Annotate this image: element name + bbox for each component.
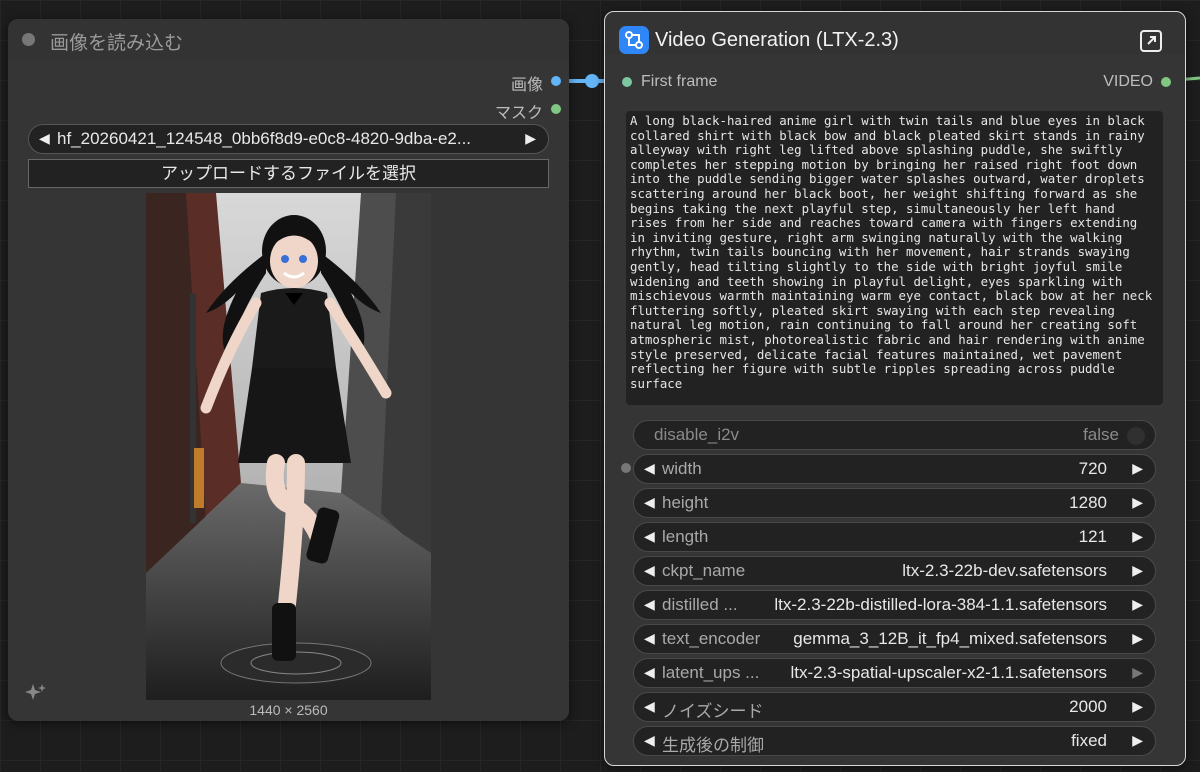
height-widget[interactable]: ◀ height 1280 ▶ bbox=[633, 488, 1156, 518]
prompt-text: A long black-haired anime girl with twin… bbox=[630, 113, 1160, 391]
first-frame-slot[interactable] bbox=[622, 77, 632, 87]
noise-seed-value: 2000 bbox=[1069, 697, 1107, 716]
load-image-header[interactable]: 画像を読み込む bbox=[8, 19, 569, 61]
workflow-icon bbox=[619, 26, 649, 54]
prev-arrow-icon[interactable]: ◀ bbox=[644, 596, 655, 613]
video-generation-node[interactable]: Video Generation (LTX-2.3) First frame V… bbox=[604, 11, 1186, 766]
video-output-label: VIDEO bbox=[1103, 73, 1153, 90]
prev-arrow-icon[interactable]: ◀ bbox=[644, 664, 655, 681]
width-input-slot[interactable] bbox=[621, 463, 631, 473]
next-arrow-icon[interactable]: ▶ bbox=[1132, 596, 1143, 613]
prev-arrow-icon[interactable]: ◀ bbox=[644, 732, 655, 749]
control-after-generate-value: fixed bbox=[1071, 731, 1107, 750]
load-image-node[interactable]: 画像を読み込む 画像 マスク ◀ hf_20260421_124548_0bb6… bbox=[8, 19, 569, 721]
sparkle-icon[interactable] bbox=[24, 681, 48, 705]
increment-arrow-icon[interactable]: ▶ bbox=[1132, 494, 1143, 511]
latent-upscaler-name: latent_ups ... bbox=[662, 663, 760, 682]
text-encoder-widget[interactable]: ◀ text_encoder gemma_3_12B_it_fp4_mixed.… bbox=[633, 624, 1156, 654]
ckpt-name-value: ltx-2.3-22b-dev.safetensors bbox=[902, 561, 1107, 580]
output-image-slot[interactable] bbox=[551, 76, 561, 86]
video-generation-title: Video Generation (LTX-2.3) bbox=[655, 29, 899, 51]
next-arrow-icon[interactable]: ▶ bbox=[1132, 562, 1143, 579]
prev-arrow-icon[interactable]: ◀ bbox=[39, 130, 50, 147]
height-name: height bbox=[662, 493, 709, 512]
disable-i2v-name: disable_i2v bbox=[654, 425, 740, 444]
prompt-textarea[interactable]: A long black-haired anime girl with twin… bbox=[626, 111, 1163, 405]
text-encoder-value: gemma_3_12B_it_fp4_mixed.safetensors bbox=[793, 629, 1107, 648]
latent-upscaler-value: ltx-2.3-spatial-upscaler-x2-1.1.safetens… bbox=[790, 663, 1107, 682]
disable-i2v-value: false bbox=[1083, 425, 1119, 444]
distilled-lora-widget[interactable]: ◀ distilled ... ltx-2.3-22b-distilled-lo… bbox=[633, 590, 1156, 620]
distilled-lora-value: ltx-2.3-22b-distilled-lora-384-1.1.safet… bbox=[774, 595, 1107, 614]
decrement-arrow-icon[interactable]: ◀ bbox=[644, 460, 655, 477]
output-mask-slot[interactable] bbox=[551, 104, 561, 114]
ckpt-name-name: ckpt_name bbox=[662, 561, 746, 580]
decrement-arrow-icon[interactable]: ◀ bbox=[644, 528, 655, 545]
noise-seed-widget[interactable]: ◀ ノイズシード 2000 ▶ bbox=[633, 692, 1156, 722]
decrement-arrow-icon[interactable]: ◀ bbox=[644, 494, 655, 511]
video-output-slot[interactable] bbox=[1161, 77, 1171, 87]
length-name: length bbox=[662, 527, 709, 546]
next-arrow-icon[interactable]: ▶ bbox=[1132, 664, 1143, 681]
upload-file-button[interactable]: アップロードするファイルを選択 bbox=[28, 159, 549, 188]
increment-arrow-icon[interactable]: ▶ bbox=[1132, 460, 1143, 477]
next-arrow-icon[interactable]: ▶ bbox=[1132, 630, 1143, 647]
toggle-knob[interactable] bbox=[1127, 427, 1145, 445]
next-arrow-icon[interactable]: ▶ bbox=[525, 130, 536, 147]
control-after-generate-widget[interactable]: ◀ 生成後の制御 fixed ▶ bbox=[633, 726, 1156, 756]
first-frame-label: First frame bbox=[641, 73, 718, 90]
ckpt-name-widget[interactable]: ◀ ckpt_name ltx-2.3-22b-dev.safetensors … bbox=[633, 556, 1156, 586]
output-image-label: 画像 bbox=[510, 77, 543, 94]
prev-arrow-icon[interactable]: ◀ bbox=[644, 562, 655, 579]
width-widget[interactable]: ◀ width 720 ▶ bbox=[633, 454, 1156, 484]
length-widget[interactable]: ◀ length 121 ▶ bbox=[633, 522, 1156, 552]
expand-icon[interactable] bbox=[1139, 29, 1163, 53]
increment-arrow-icon[interactable]: ▶ bbox=[1132, 698, 1143, 715]
distilled-lora-name: distilled ... bbox=[662, 595, 738, 614]
text-encoder-name: text_encoder bbox=[662, 629, 761, 648]
latent-upscaler-widget[interactable]: ◀ latent_ups ... ltx-2.3-spatial-upscale… bbox=[633, 658, 1156, 688]
length-value: 121 bbox=[1078, 527, 1107, 546]
image-file-select[interactable]: ◀ hf_20260421_124548_0bb6f8d9-e0c8-4820-… bbox=[28, 124, 549, 154]
decrement-arrow-icon[interactable]: ◀ bbox=[644, 698, 655, 715]
image-size-label: 1440 × 2560 bbox=[249, 702, 328, 718]
link-midpoint bbox=[585, 74, 599, 88]
noise-seed-name: ノイズシード bbox=[662, 702, 764, 721]
video-generation-header[interactable]: Video Generation (LTX-2.3) bbox=[605, 12, 1185, 54]
load-image-title: 画像を読み込む bbox=[50, 33, 184, 54]
image-preview bbox=[146, 193, 431, 700]
increment-arrow-icon[interactable]: ▶ bbox=[1132, 528, 1143, 545]
prev-arrow-icon[interactable]: ◀ bbox=[644, 630, 655, 647]
output-mask-label: マスク bbox=[494, 105, 543, 122]
width-value: 720 bbox=[1078, 459, 1107, 478]
height-value: 1280 bbox=[1069, 493, 1107, 512]
next-arrow-icon[interactable]: ▶ bbox=[1132, 732, 1143, 749]
image-file-name: hf_20260421_124548_0bb6f8d9-e0c8-4820-9d… bbox=[57, 129, 472, 148]
collapse-dot[interactable] bbox=[22, 33, 35, 46]
width-name: width bbox=[662, 459, 702, 478]
control-after-generate-name: 生成後の制御 bbox=[662, 736, 764, 755]
disable-i2v-toggle[interactable]: disable_i2v false bbox=[633, 420, 1156, 450]
